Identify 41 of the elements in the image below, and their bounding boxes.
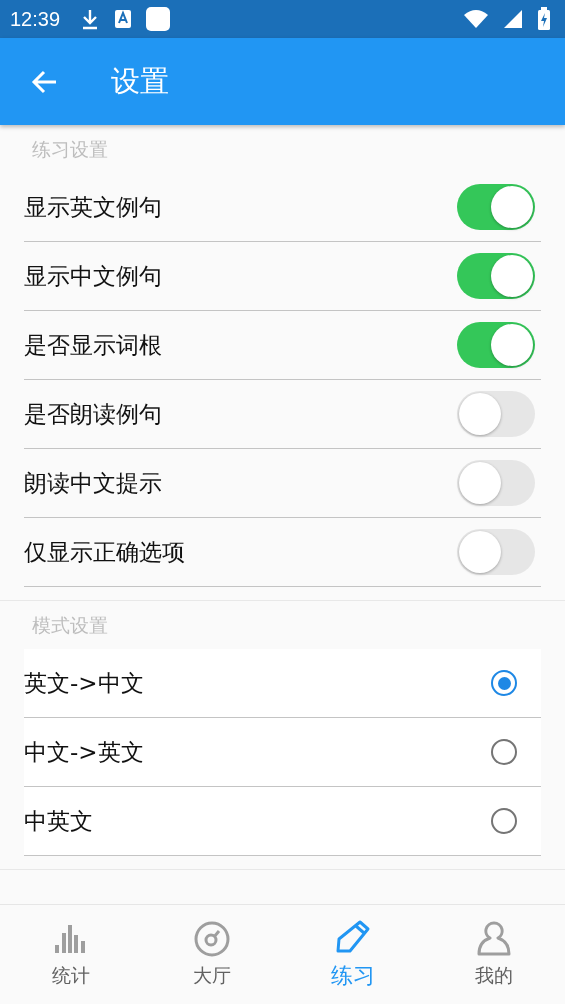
setting-label: 中英文 — [24, 806, 93, 836]
toggle-switch[interactable] — [457, 184, 535, 230]
setting-label: 英文->中文 — [24, 668, 144, 698]
settings-row[interactable]: 中英文 — [24, 787, 541, 856]
settings-row[interactable]: 显示中文例句 — [24, 242, 541, 311]
setting-label: 是否朗读例句 — [24, 399, 162, 429]
keyboard-icon — [114, 9, 133, 29]
person-icon — [477, 920, 512, 957]
settings-row[interactable]: 是否显示词根 — [24, 311, 541, 380]
radio-button[interactable] — [491, 808, 517, 834]
radio-button[interactable] — [491, 739, 517, 765]
setting-label: 仅显示正确选项 — [24, 537, 185, 567]
radio-button[interactable] — [491, 670, 517, 696]
status-time: 12:39 — [10, 7, 61, 31]
toggle-switch[interactable] — [457, 253, 535, 299]
setting-label: 中文->英文 — [24, 737, 144, 767]
wifi-icon — [463, 9, 489, 29]
setting-label: 朗读中文提示 — [24, 468, 162, 498]
section-header: 模式设置 — [31, 613, 109, 638]
setting-label: 是否显示词根 — [24, 330, 162, 360]
gauge-icon — [193, 920, 230, 957]
page-title: 设置 — [111, 62, 169, 100]
toggle-switch[interactable] — [457, 391, 535, 437]
settings-row[interactable]: 是否朗读例句 — [24, 380, 541, 449]
setting-label: 显示英文例句 — [24, 192, 162, 222]
toggle-switch[interactable] — [457, 529, 535, 575]
signal-icon — [503, 9, 523, 29]
nav-tab[interactable]: 统计 — [0, 905, 142, 1004]
settings-row[interactable]: 中文->英文 — [24, 718, 541, 787]
settings-row[interactable]: 英文->中文 — [24, 649, 541, 718]
nav-tab[interactable]: 我的 — [423, 905, 565, 1004]
app-icon — [146, 7, 171, 31]
settings-row[interactable]: 朗读中文提示 — [24, 449, 541, 518]
toggle-switch[interactable] — [457, 322, 535, 368]
battery-icon — [537, 7, 551, 31]
section-header: 练习设置 — [31, 137, 109, 162]
settings-row[interactable]: 仅显示正确选项 — [24, 518, 541, 587]
toggle-switch[interactable] — [457, 460, 535, 506]
settings-row[interactable]: 显示英文例句 — [24, 173, 541, 242]
nav-tab[interactable]: 大厅 — [141, 905, 283, 1004]
setting-label: 显示中文例句 — [24, 261, 162, 291]
